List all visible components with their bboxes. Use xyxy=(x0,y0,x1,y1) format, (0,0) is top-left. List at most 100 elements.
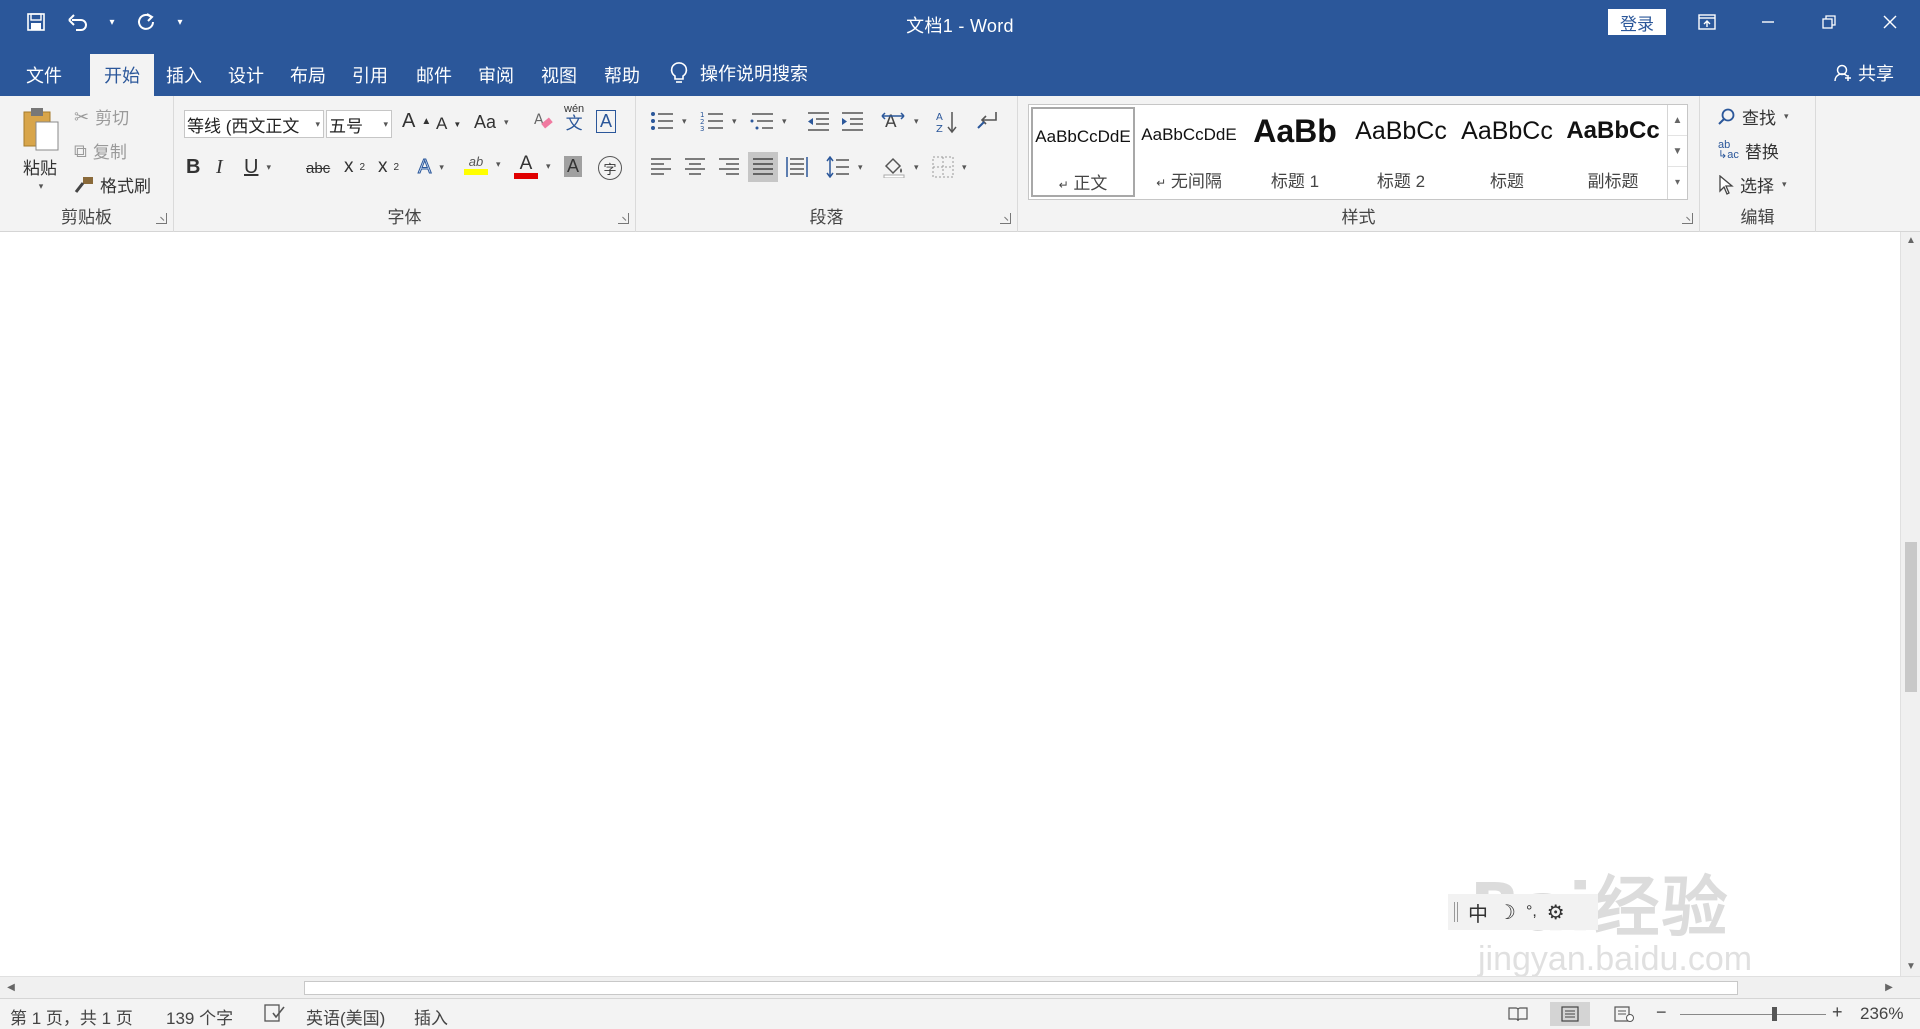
clipboard-launcher-icon[interactable] xyxy=(156,213,167,224)
increase-indent-button[interactable] xyxy=(840,110,864,132)
align-center-button[interactable] xyxy=(684,156,706,178)
minimize-icon[interactable] xyxy=(1737,0,1798,44)
borders-button[interactable]: ▾ xyxy=(932,156,967,178)
tab-mailings[interactable]: 邮件 xyxy=(402,54,466,96)
character-shading-button[interactable]: A xyxy=(564,156,583,177)
scroll-up-icon[interactable]: ▲ xyxy=(1901,232,1920,250)
bold-button[interactable]: B xyxy=(186,156,200,179)
subscript-button[interactable]: x2 xyxy=(344,156,365,178)
ime-drag-handle[interactable] xyxy=(1454,902,1458,922)
underline-dropdown-icon[interactable]: ▾ xyxy=(266,162,271,173)
change-case-dropdown-icon[interactable]: ▾ xyxy=(504,117,509,128)
font-launcher-icon[interactable] xyxy=(618,213,629,224)
tab-review[interactable]: 审阅 xyxy=(464,54,528,96)
font-color-dropdown-icon[interactable]: ▾ xyxy=(546,161,551,172)
format-painter-button[interactable]: 格式刷 xyxy=(74,172,151,197)
bullets-dropdown-icon[interactable]: ▾ xyxy=(682,116,687,127)
replace-button[interactable]: ab ↳ac 替换 xyxy=(1718,138,1779,163)
style-heading-2[interactable]: AaBbCc 标题 2 xyxy=(1349,107,1453,197)
phonetic-guide-button[interactable]: wén 文 xyxy=(564,104,584,133)
style-heading-1[interactable]: AaBb 标题 1 xyxy=(1243,107,1347,197)
character-border-button[interactable]: A xyxy=(596,110,617,133)
font-name-input[interactable]: 等线 (西文正文 ▾ xyxy=(184,110,324,138)
horizontal-scroll-thumb[interactable] xyxy=(304,981,1738,995)
paragraph-launcher-icon[interactable] xyxy=(1000,213,1011,224)
font-name-dropdown-icon[interactable]: ▾ xyxy=(315,119,320,130)
paste-dropdown-icon[interactable]: ▾ xyxy=(39,181,44,192)
ime-punctuation-icon[interactable]: °, xyxy=(1526,903,1537,921)
enclose-characters-button[interactable]: 字 xyxy=(598,156,622,180)
select-button[interactable]: 选择 ▾ xyxy=(1718,172,1787,197)
chinese-layout-dropdown-icon[interactable]: ▾ xyxy=(914,116,919,127)
numbering-button[interactable]: 123 ▾ xyxy=(700,110,737,132)
font-size-input[interactable]: 五号 ▾ xyxy=(326,110,392,138)
paste-button[interactable]: 粘贴 ▾ xyxy=(14,104,66,192)
zoom-level[interactable]: 236% xyxy=(1860,1004,1903,1024)
align-left-button[interactable] xyxy=(650,156,672,178)
tab-insert[interactable]: 插入 xyxy=(152,54,216,96)
tab-help[interactable]: 帮助 xyxy=(590,54,654,96)
cut-button[interactable]: ✂ 剪切 xyxy=(74,104,129,129)
undo-dropdown-icon[interactable]: ▾ xyxy=(106,8,118,36)
horizontal-scrollbar[interactable]: ◀ ▶ xyxy=(0,976,1920,998)
text-effects-dropdown-icon[interactable]: ▾ xyxy=(439,162,444,173)
tab-home[interactable]: 开始 xyxy=(90,54,154,96)
tab-design[interactable]: 设计 xyxy=(214,54,278,96)
line-spacing-button[interactable]: ▾ xyxy=(826,156,863,178)
highlight-button[interactable]: ab ▾ xyxy=(464,154,501,175)
superscript-button[interactable]: x2 xyxy=(378,156,399,178)
ime-settings-icon[interactable]: ⚙ xyxy=(1547,900,1565,925)
style-no-spacing[interactable]: AaBbCcDdE ↵ 无间隔 xyxy=(1137,107,1241,197)
find-button[interactable]: 查找 ▾ xyxy=(1718,104,1789,129)
proofing-icon[interactable] xyxy=(264,1004,286,1027)
web-layout-icon[interactable] xyxy=(1604,1002,1644,1026)
repeat-icon[interactable] xyxy=(132,8,160,36)
font-size-dropdown-icon[interactable]: ▾ xyxy=(383,119,388,130)
styles-launcher-icon[interactable] xyxy=(1682,213,1693,224)
show-formatting-marks-button[interactable] xyxy=(976,110,998,132)
language-indicator[interactable]: 英语(美国) xyxy=(306,1004,385,1029)
read-mode-icon[interactable] xyxy=(1498,1002,1538,1026)
borders-dropdown-icon[interactable]: ▾ xyxy=(962,162,967,173)
sort-button[interactable]: AZ xyxy=(936,110,958,134)
zoom-in-button[interactable]: + xyxy=(1832,1002,1843,1023)
line-spacing-dropdown-icon[interactable]: ▾ xyxy=(858,162,863,173)
insert-mode-indicator[interactable]: 插入 xyxy=(414,1004,448,1029)
numbering-dropdown-icon[interactable]: ▾ xyxy=(732,116,737,127)
style-title[interactable]: AaBbCc 标题 xyxy=(1455,107,1559,197)
style-subtitle[interactable]: AaBbCc 副标题 xyxy=(1561,107,1665,197)
zoom-slider-thumb[interactable] xyxy=(1772,1007,1777,1021)
decrease-indent-button[interactable] xyxy=(806,110,830,132)
save-icon[interactable] xyxy=(22,8,50,36)
copy-button[interactable]: ⧉ 复制 xyxy=(74,138,127,163)
scroll-down-icon[interactable]: ▼ xyxy=(1901,958,1920,976)
scroll-right-icon[interactable]: ▶ xyxy=(1880,979,1898,997)
tab-view[interactable]: 视图 xyxy=(527,54,591,96)
justify-button[interactable] xyxy=(748,152,778,182)
shrink-font-button[interactable]: A ▼ xyxy=(436,114,461,134)
styles-scroll-down-icon[interactable]: ▼ xyxy=(1668,136,1687,167)
italic-button[interactable]: I xyxy=(216,156,223,179)
find-dropdown-icon[interactable]: ▾ xyxy=(1784,111,1789,122)
tab-file[interactable]: 文件 xyxy=(12,54,76,96)
styles-more-icon[interactable]: ▾ xyxy=(1668,167,1687,198)
document-canvas[interactable] xyxy=(0,232,1900,976)
underline-button[interactable]: U ▾ xyxy=(244,156,271,179)
distributed-button[interactable] xyxy=(786,156,808,178)
bullets-button[interactable]: ▾ xyxy=(650,110,687,132)
style-normal[interactable]: AaBbCcDdE ↵ 正文 xyxy=(1031,107,1135,197)
highlight-dropdown-icon[interactable]: ▾ xyxy=(496,159,501,170)
text-effects-button[interactable]: A ▾ xyxy=(417,156,444,179)
font-color-button[interactable]: A ▾ xyxy=(514,154,551,179)
chinese-layout-button[interactable]: A ▾ xyxy=(880,110,919,132)
ime-moon-icon[interactable]: ☽ xyxy=(1498,900,1516,925)
multilevel-list-dropdown-icon[interactable]: ▾ xyxy=(782,116,787,127)
page-count[interactable]: 第 1 页，共 1 页 xyxy=(10,1004,133,1029)
vertical-scroll-thumb[interactable] xyxy=(1905,542,1917,692)
share-button[interactable]: 共享 xyxy=(1834,60,1894,86)
change-case-button[interactable]: Aa ▾ xyxy=(474,112,509,133)
print-layout-icon[interactable] xyxy=(1550,1002,1590,1026)
scroll-left-icon[interactable]: ◀ xyxy=(2,979,20,997)
tab-references[interactable]: 引用 xyxy=(338,54,402,96)
zoom-slider[interactable] xyxy=(1680,1014,1826,1015)
